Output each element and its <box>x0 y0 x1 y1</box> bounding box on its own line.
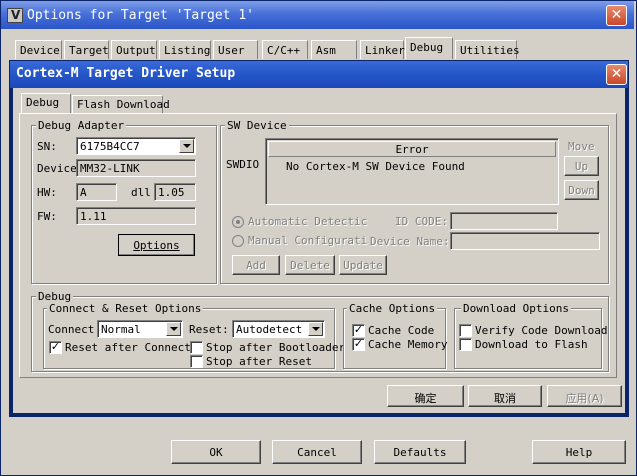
tab-inner-debug[interactable]: Debug <box>21 93 71 114</box>
inner-title-bar[interactable]: Cortex-M Target Driver Setup ✕ <box>10 61 628 88</box>
move-label: Move <box>568 140 595 153</box>
add-button[interactable]: Add <box>232 255 280 275</box>
cache-code-checkbox[interactable]: ✓ <box>352 324 365 337</box>
sn-select[interactable]: 6175B4CC7 <box>76 137 196 155</box>
delete-button[interactable]: Delete <box>285 255 335 275</box>
chevron-down-icon[interactable] <box>179 139 194 153</box>
download-to-flash-label: Download to Flash <box>475 338 588 351</box>
error-column-header[interactable]: Error <box>268 141 556 157</box>
stop-after-reset-label: Stop after Reset <box>206 355 312 368</box>
inner-dialog-title: Cortex-M Target Driver Setup <box>16 66 236 81</box>
tab-debug[interactable]: Debug <box>405 37 453 59</box>
update-button[interactable]: Update <box>339 255 387 275</box>
reset-select[interactable]: Autodetect <box>232 320 325 338</box>
device-name-field[interactable] <box>450 232 600 250</box>
cache-memory-checkbox[interactable]: ✓ <box>352 338 365 351</box>
outer-window-title: Options for Target 'Target 1' <box>27 8 254 23</box>
hw-label: HW: <box>37 186 57 199</box>
automatic-detection-label: Automatic Detectic <box>248 215 368 228</box>
stop-after-bootloader-label: Stop after Bootloader <box>206 341 346 354</box>
reset-after-connect-checkbox[interactable]: ✓ <box>49 341 62 354</box>
inner-close-icon[interactable]: ✕ <box>606 64 627 85</box>
down-button[interactable]: Down <box>564 180 599 200</box>
reset-after-connect-label: Reset after Connect <box>65 341 191 354</box>
id-code-label: ID CODE: <box>395 215 448 228</box>
up-button[interactable]: Up <box>564 156 599 176</box>
sn-label: SN: <box>37 140 57 153</box>
id-code-field[interactable] <box>450 212 558 230</box>
options-button[interactable]: Options <box>118 234 195 256</box>
inner-dialog-body: Debug Flash Download Debug Adapter SN: 6… <box>13 88 625 413</box>
cache-code-label: Cache Code <box>368 324 435 337</box>
stop-after-reset-checkbox[interactable] <box>190 355 203 368</box>
tab-output[interactable]: Output <box>111 40 157 59</box>
swdio-label: SWDIO <box>226 158 260 171</box>
stop-after-bootloader-checkbox[interactable] <box>190 341 203 354</box>
dll-field: 1.05 <box>154 183 196 201</box>
cache-memory-label: Cache Memory <box>368 338 448 351</box>
connect-select[interactable]: Normal <box>97 320 183 338</box>
verify-code-download-checkbox[interactable] <box>459 324 472 337</box>
inner-cancel-button[interactable]: 取消 <box>468 385 542 407</box>
reset-label: Reset: <box>189 323 229 336</box>
sw-device-row[interactable]: No Cortex-M SW Device Found <box>286 160 465 173</box>
download-options-label: Download Options <box>461 302 571 315</box>
manual-configuration-radio[interactable] <box>232 235 244 247</box>
tab-device[interactable]: Device <box>15 40 62 59</box>
tab-user[interactable]: User <box>213 40 258 59</box>
chevron-down-icon[interactable] <box>308 322 323 336</box>
verify-code-download-label: Verify Code Download <box>475 324 608 337</box>
keil-app-icon <box>7 8 23 23</box>
fw-label: FW: <box>37 210 57 223</box>
outer-cancel-button[interactable]: Cancel <box>272 440 362 464</box>
outer-title-bar[interactable]: Options for Target 'Target 1' ✕ <box>1 1 634 29</box>
chevron-down-icon[interactable] <box>166 322 181 336</box>
outer-ok-button[interactable]: OK <box>171 440 261 464</box>
defaults-button[interactable]: Defaults <box>374 440 466 464</box>
tab-c-cpp[interactable]: C/C++ <box>262 40 308 59</box>
device-name-label: Device Name: <box>370 235 450 248</box>
debug-adapter-label: Debug Adapter <box>36 119 127 132</box>
device-field: MM32-LINK <box>76 159 196 177</box>
tab-asm[interactable]: Asm <box>311 40 357 59</box>
connect-label: Connect: <box>48 323 101 336</box>
hw-field: A <box>76 183 117 201</box>
fw-field: 1.11 <box>76 207 196 225</box>
cache-options-label: Cache Options <box>347 302 438 315</box>
tab-flash-download[interactable]: Flash Download <box>72 95 170 114</box>
connect-reset-options-label: Connect & Reset Options <box>47 302 204 315</box>
help-button[interactable]: Help <box>532 440 626 464</box>
automatic-detection-radio[interactable] <box>232 216 244 228</box>
tab-listing[interactable]: Listing <box>159 40 211 59</box>
inner-ok-button[interactable]: 确定 <box>387 385 464 407</box>
device-label: Device <box>37 162 77 175</box>
dll-label: dll <box>131 186 151 199</box>
tab-utilities[interactable]: Utilities <box>455 40 520 59</box>
cortex-m-target-driver-setup-dialog: Cortex-M Target Driver Setup ✕ Debug Fla… <box>9 60 629 417</box>
apply-button[interactable]: 应用(A) <box>547 385 622 407</box>
tab-linker[interactable]: Linker <box>360 40 405 59</box>
sw-device-label: SW Device <box>225 119 289 132</box>
outer-close-icon[interactable]: ✕ <box>606 5 627 26</box>
sw-device-list[interactable]: Error No Cortex-M SW Device Found <box>265 138 559 205</box>
manual-configuration-label: Manual Configurati <box>248 234 368 247</box>
tab-target[interactable]: Target <box>64 40 109 59</box>
download-to-flash-checkbox[interactable] <box>459 338 472 351</box>
